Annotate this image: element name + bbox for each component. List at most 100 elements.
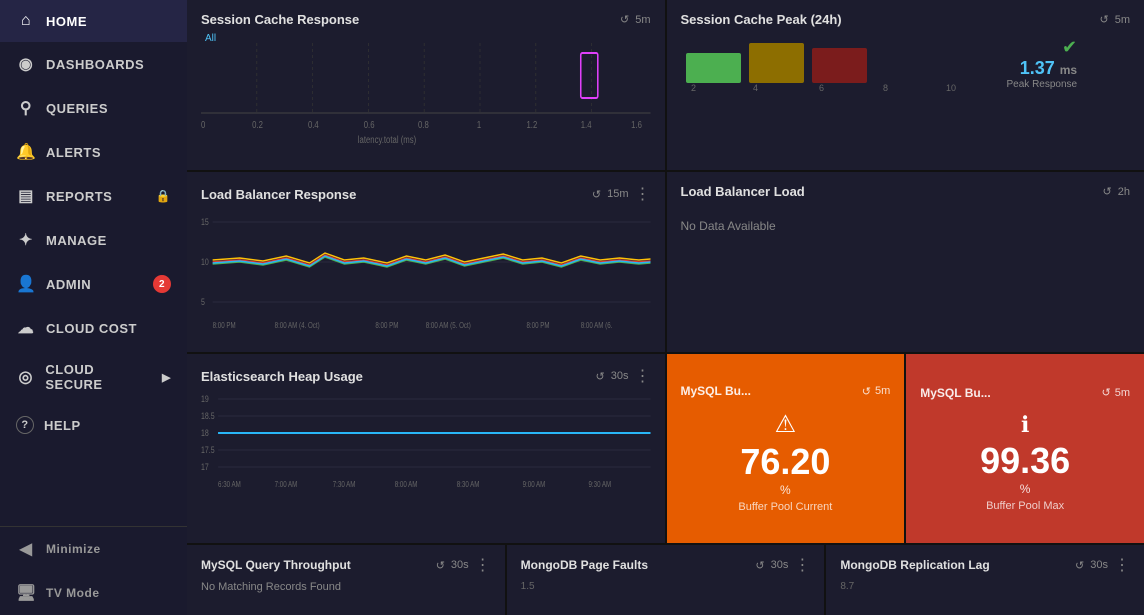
sidebar-item-label: CLOUD SECURE bbox=[45, 362, 152, 392]
es-svg: 19 18.5 18 17.5 17 6:30 bbox=[201, 392, 651, 492]
panel-header: MongoDB Replication Lag ↺ 30s ⋮ bbox=[840, 555, 1130, 575]
panel-controls: ↺ 5m bbox=[620, 13, 651, 26]
svg-text:10: 10 bbox=[201, 257, 209, 267]
more-options-icon[interactable]: ⋮ bbox=[475, 555, 491, 575]
svg-text:6:30 AM: 6:30 AM bbox=[218, 480, 241, 489]
manage-icon: ✦ bbox=[16, 230, 36, 250]
sidebar-item-label: DASHBOARDS bbox=[46, 57, 144, 72]
sidebar-item-alerts[interactable]: 🔔 ALERTS bbox=[0, 130, 187, 174]
sidebar-item-cloud-secure[interactable]: ◎ CLOUD SECURE ▶ bbox=[0, 350, 187, 404]
mongodb-replication-panel: MongoDB Replication Lag ↺ 30s ⋮ 8.7 bbox=[826, 545, 1144, 615]
sidebar-item-reports[interactable]: ▤ REPORTS 🔒 bbox=[0, 174, 187, 218]
svg-text:4: 4 bbox=[753, 83, 758, 93]
mongodb-page-title: MongoDB Page Faults bbox=[521, 558, 648, 572]
sidebar-item-minimize[interactable]: ◀ Minimize bbox=[0, 527, 187, 571]
svg-text:0.4: 0.4 bbox=[308, 119, 319, 130]
mysql-red-unit: % bbox=[1020, 482, 1031, 496]
panel-header: Load Balancer Response ↺ 15m ⋮ bbox=[201, 184, 651, 204]
alerts-icon: 🔔 bbox=[16, 142, 36, 162]
sidebar-item-label: ADMIN bbox=[46, 277, 91, 292]
admin-icon: 👤 bbox=[16, 274, 36, 294]
svg-text:8:00 AM: 8:00 AM bbox=[395, 480, 418, 489]
panel-controls: ↺ 5m bbox=[862, 385, 891, 398]
refresh-label: 30s bbox=[1090, 559, 1108, 571]
es-title: Elasticsearch Heap Usage bbox=[201, 369, 363, 384]
more-options-icon[interactable]: ⋮ bbox=[1114, 555, 1130, 575]
lock-icon: 🔒 bbox=[156, 189, 171, 203]
sidebar-item-dashboards[interactable]: ◉ DASHBOARDS bbox=[0, 42, 187, 86]
sidebar-item-queries[interactable]: ⚲ QUERIES bbox=[0, 86, 187, 130]
refresh-label: 30s bbox=[771, 559, 789, 571]
svg-text:8:00 PM: 8:00 PM bbox=[375, 321, 398, 330]
refresh-icon: ↺ bbox=[1103, 185, 1112, 198]
refresh-icon: ↺ bbox=[620, 13, 629, 26]
mysql-orange-warning-icon: ⚠ bbox=[775, 410, 797, 439]
sidebar-item-home[interactable]: ⌂ HOME bbox=[0, 0, 187, 42]
panel-header: Load Balancer Load ↺ 2h bbox=[681, 184, 1131, 199]
refresh-icon: ↺ bbox=[1100, 13, 1109, 26]
mysql-orange-unit: % bbox=[780, 483, 791, 497]
peak-chart-container: 2 4 6 8 10 ✔ 1.37 ms Pea bbox=[681, 33, 1131, 93]
more-options-icon[interactable]: ⋮ bbox=[635, 366, 651, 386]
mysql-red-value: 99.36 bbox=[980, 440, 1070, 482]
mysql-orange-value: 76.20 bbox=[740, 441, 830, 483]
es-chart: 19 18.5 18 17.5 17 6:30 bbox=[201, 392, 651, 492]
no-data-label: No Data Available bbox=[681, 219, 1131, 233]
tv-icon: 🖥 bbox=[16, 583, 36, 603]
refresh-label: 15m bbox=[607, 188, 628, 200]
session-cache-response-panel: Session Cache Response ↺ 5m All bbox=[187, 0, 665, 170]
svg-text:1: 1 bbox=[477, 119, 481, 130]
svg-text:7:30 AM: 7:30 AM bbox=[333, 480, 356, 489]
lb-response-chart: 15 10 5 bbox=[201, 210, 651, 350]
sidebar-item-label: ALERTS bbox=[46, 145, 101, 160]
svg-text:8:00 PM: 8:00 PM bbox=[527, 321, 550, 330]
more-options-icon[interactable]: ⋮ bbox=[635, 184, 651, 204]
peak-sublabel: Peak Response bbox=[1007, 79, 1078, 90]
panel-header: MySQL Query Throughput ↺ 30s ⋮ bbox=[201, 555, 491, 575]
sidebar-item-tv-mode[interactable]: 🖥 TV Mode bbox=[0, 571, 187, 615]
refresh-icon: ↺ bbox=[755, 559, 764, 572]
panel-controls: ↺ 30s ⋮ bbox=[596, 366, 651, 386]
mysql-query-title: MySQL Query Throughput bbox=[201, 558, 351, 572]
refresh-label: 5m bbox=[635, 14, 650, 26]
svg-text:9:30 AM: 9:30 AM bbox=[589, 480, 612, 489]
svg-text:5: 5 bbox=[201, 297, 205, 307]
sidebar-item-cloud-cost[interactable]: ☁ CLOUD COST bbox=[0, 306, 187, 350]
mysql-red-info-icon: ℹ bbox=[1021, 412, 1029, 438]
svg-text:1.4: 1.4 bbox=[581, 119, 592, 130]
load-balancer-response-panel: Load Balancer Response ↺ 15m ⋮ 15 10 5 bbox=[187, 172, 665, 352]
peak-value: 1.37 ms bbox=[1007, 58, 1078, 79]
sidebar-item-admin[interactable]: 👤 ADMIN 2 bbox=[0, 262, 187, 306]
cloud-cost-icon: ☁ bbox=[16, 318, 36, 338]
refresh-icon: ↺ bbox=[1075, 559, 1084, 572]
lb-response-svg: 15 10 5 bbox=[201, 210, 651, 350]
sidebar-item-help[interactable]: ? HELP bbox=[0, 404, 187, 446]
session-cache-peak-title: Session Cache Peak (24h) bbox=[681, 12, 842, 27]
svg-text:latency.total (ms): latency.total (ms) bbox=[358, 134, 416, 145]
more-options-icon[interactable]: ⋮ bbox=[794, 555, 810, 575]
svg-text:17.5: 17.5 bbox=[201, 445, 215, 455]
svg-text:8:00 PM: 8:00 PM bbox=[213, 321, 236, 330]
panel-header: Elasticsearch Heap Usage ↺ 30s ⋮ bbox=[201, 366, 651, 386]
refresh-label: 5m bbox=[1115, 14, 1130, 26]
session-cache-svg: 0 0.2 0.4 0.6 0.8 1 1.2 1.4 1.6 latency.… bbox=[201, 33, 651, 143]
admin-badge: 2 bbox=[153, 275, 171, 293]
home-icon: ⌂ bbox=[16, 12, 36, 30]
panel-header: MySQL Bu... ↺ 5m bbox=[681, 384, 891, 398]
mysql-cards-container: MySQL Bu... ↺ 5m ⚠ 76.20 % Buffer Pool C… bbox=[667, 354, 1144, 543]
sidebar-item-manage[interactable]: ✦ MANAGE bbox=[0, 218, 187, 262]
refresh-label: 5m bbox=[1115, 387, 1130, 399]
session-cache-chart: All 0 bbox=[201, 33, 651, 153]
mongodb-page-panel: MongoDB Page Faults ↺ 30s ⋮ 1.5 bbox=[507, 545, 825, 615]
refresh-icon: ↺ bbox=[1102, 386, 1111, 399]
panel-controls: ↺ 30s ⋮ bbox=[755, 555, 810, 575]
cloud-secure-icon: ◎ bbox=[16, 367, 35, 387]
svg-text:1.2: 1.2 bbox=[527, 119, 538, 130]
lb-response-title: Load Balancer Response bbox=[201, 187, 356, 202]
peak-unit: ms bbox=[1060, 63, 1077, 77]
svg-text:8:00 AM (6.: 8:00 AM (6. bbox=[581, 321, 613, 330]
panel-header: MySQL Bu... ↺ 5m bbox=[920, 386, 1130, 400]
svg-text:2: 2 bbox=[691, 83, 696, 93]
panel-header: Session Cache Peak (24h) ↺ 5m bbox=[681, 12, 1131, 27]
panel-controls: ↺ 5m bbox=[1100, 13, 1131, 26]
